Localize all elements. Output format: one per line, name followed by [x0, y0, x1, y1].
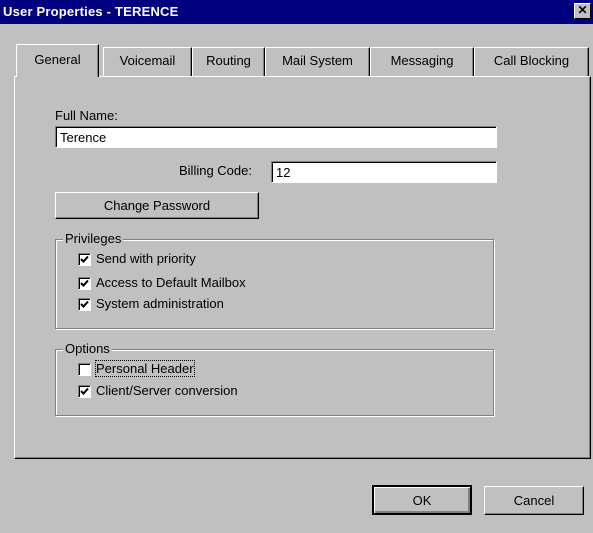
close-icon: ✕: [577, 3, 588, 17]
checkbox-label: Send with priority: [96, 251, 196, 266]
tab-call-blocking[interactable]: Call Blocking: [474, 47, 589, 76]
checkbox-checked-icon: [78, 253, 91, 266]
checkbox-checked-icon: [78, 298, 91, 311]
window-title: User Properties - TERENCE: [3, 4, 179, 19]
options-group: Options Personal Header Client/Server co…: [55, 341, 494, 416]
full-name-input[interactable]: [55, 126, 497, 148]
checkbox-unchecked-icon: [78, 363, 91, 376]
privileges-group: Privileges Send with priority Access to …: [55, 231, 494, 329]
billing-code-label: Billing Code:: [179, 163, 252, 178]
checkbox-label: Client/Server conversion: [96, 383, 238, 398]
checkbox-label: Access to Default Mailbox: [96, 275, 246, 290]
tab-mail-system[interactable]: Mail System: [265, 47, 370, 76]
ok-button[interactable]: OK: [372, 485, 472, 515]
checkbox-checked-icon: [78, 277, 91, 290]
tab-label: Mail System: [282, 53, 353, 68]
options-title: Options: [63, 341, 112, 356]
user-properties-dialog: User Properties - TERENCE ✕ General Voic…: [0, 0, 593, 533]
tab-general[interactable]: General: [16, 44, 99, 77]
full-name-label: Full Name:: [55, 108, 118, 123]
tab-label: General: [34, 52, 81, 67]
billing-code-input[interactable]: [271, 161, 497, 183]
close-button[interactable]: ✕: [574, 3, 591, 19]
privileges-title: Privileges: [63, 231, 124, 246]
tab-messaging[interactable]: Messaging: [370, 47, 474, 76]
tab-voicemail[interactable]: Voicemail: [103, 47, 192, 76]
checkbox-checked-icon: [78, 385, 91, 398]
cancel-button[interactable]: Cancel: [484, 486, 584, 515]
tab-label: Routing: [206, 53, 251, 68]
tab-label: Call Blocking: [493, 53, 570, 68]
checkbox-label: Personal Header: [95, 360, 195, 377]
checkbox-label: System administration: [96, 296, 224, 311]
tab-routing[interactable]: Routing: [192, 47, 265, 76]
general-tab-panel: Full Name: Billing Code: Change Password…: [14, 76, 591, 459]
change-password-button[interactable]: Change Password: [55, 192, 259, 219]
tab-label: Voicemail: [119, 53, 176, 68]
title-bar[interactable]: User Properties - TERENCE ✕: [0, 0, 593, 24]
tab-label: Messaging: [390, 53, 454, 68]
